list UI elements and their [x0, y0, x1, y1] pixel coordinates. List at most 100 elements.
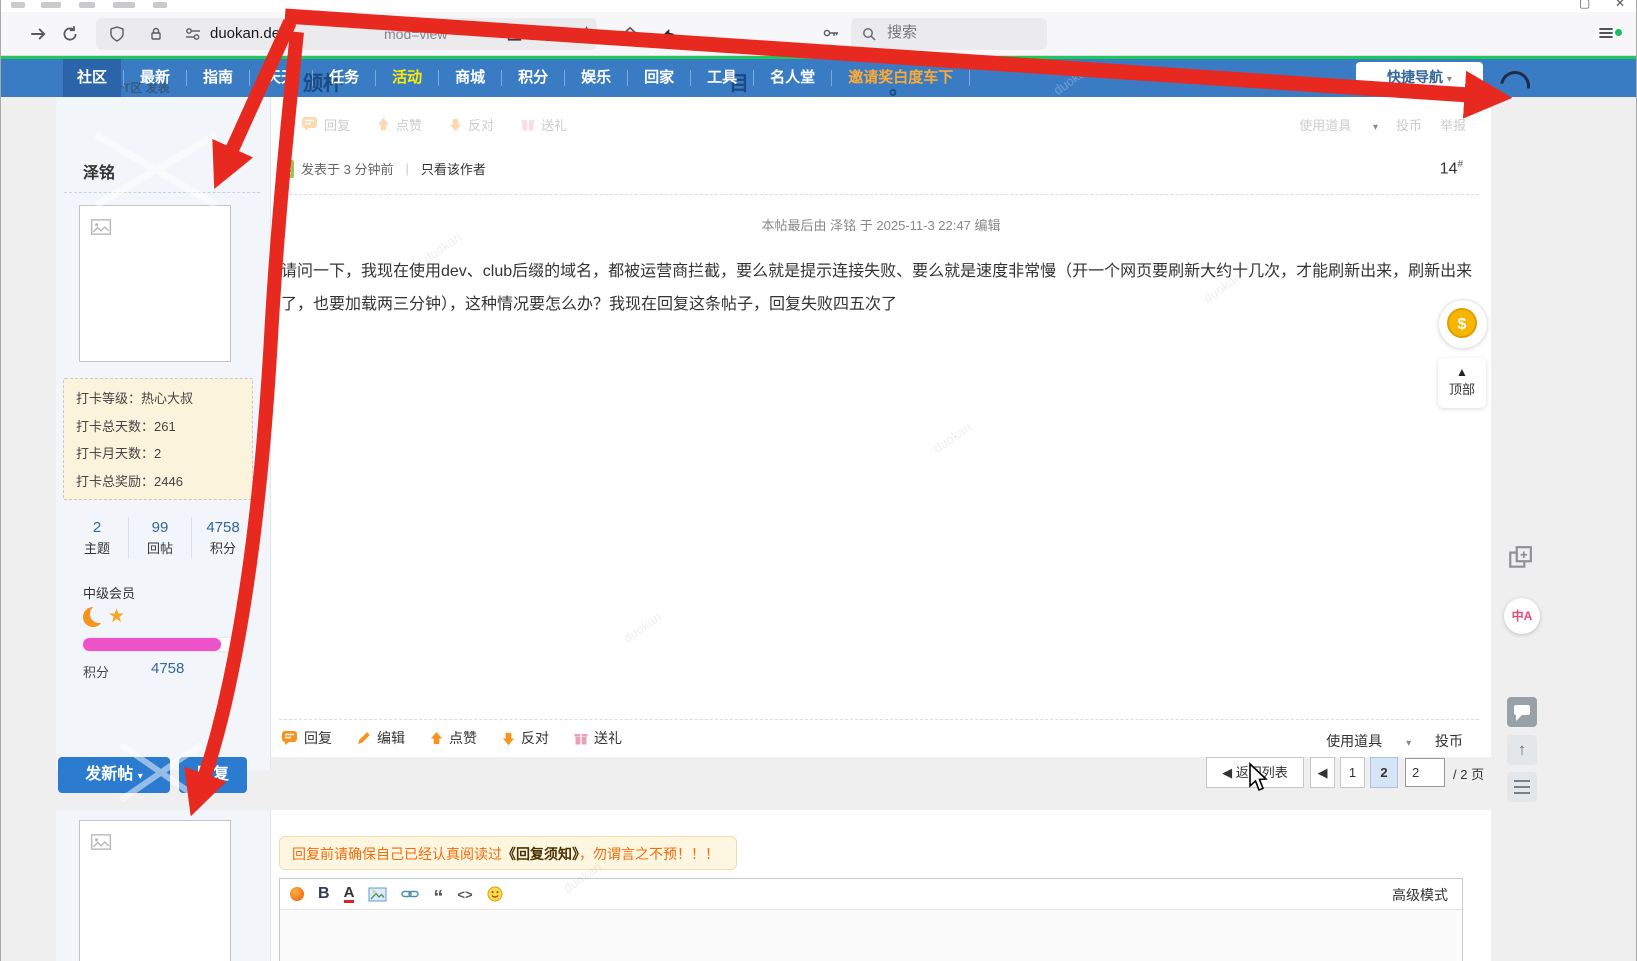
nav-item-invite-reward[interactable]: 邀请奖白度车下: [834, 59, 967, 97]
broken-image-icon: [90, 831, 112, 853]
post-panel: 回复 点赞 反对 送礼 使用道具 ▾ 投币 举报 发表于 3 分钟前 | 只看该…: [271, 97, 1491, 757]
reply-avatar[interactable]: [79, 820, 231, 961]
maximize-button[interactable]: ▢: [1579, 0, 1590, 10]
prev-page-button[interactable]: ◀: [1310, 757, 1335, 788]
translate-extension-icon[interactable]: 中A: [1504, 598, 1540, 634]
font-color-icon[interactable]: A: [344, 886, 355, 903]
thread-list-button[interactable]: [1507, 772, 1537, 802]
nav-item-home[interactable]: 回家: [630, 59, 688, 97]
nav-item-tasks[interactable]: 任务: [315, 59, 373, 97]
gift-action-faded[interactable]: 送礼: [520, 115, 567, 134]
home-icon[interactable]: [621, 25, 639, 43]
gift-icon: [520, 116, 536, 132]
use-props-faded[interactable]: 使用道具 ▾: [1281, 115, 1378, 134]
apps-grid-icon[interactable]: [544, 26, 561, 43]
reply-arrow-icon[interactable]: [661, 25, 681, 43]
nav-item-events[interactable]: 活动: [378, 59, 436, 97]
checkin-month-days: 打卡月天数：2: [76, 440, 240, 468]
page-2-button[interactable]: 2: [1370, 757, 1398, 788]
browser-window: ▢ ✕ duokan.dev mod=view: [0, 0, 1637, 961]
chevron-down-icon: ▾: [1373, 122, 1378, 133]
forward-button[interactable]: [29, 25, 47, 43]
menu-icon[interactable]: [1597, 25, 1615, 41]
stat-points[interactable]: 4758积分: [191, 517, 254, 559]
user-stats: 2主题 99回帖 4758积分: [66, 517, 266, 559]
close-button[interactable]: ✕: [1615, 0, 1625, 10]
post-time: 发表于 3 分钟前: [301, 159, 393, 178]
reply-action[interactable]: 回复: [281, 728, 332, 748]
capture-extension-icon[interactable]: [1507, 545, 1533, 571]
page-1-button[interactable]: 1: [1340, 757, 1365, 788]
smiley-icon[interactable]: [487, 886, 503, 902]
only-author-link[interactable]: 只看该作者: [421, 159, 486, 178]
nav-item-fun[interactable]: 娱乐: [567, 59, 625, 97]
nav-item-community[interactable]: 社区: [63, 59, 121, 97]
url-text[interactable]: duokan.dev: [210, 25, 288, 42]
advanced-mode-link[interactable]: 高级模式: [1392, 885, 1448, 905]
quick-nav-button[interactable]: 快捷导航 ▾: [1356, 62, 1483, 93]
reply-rules-link[interactable]: 《回复须知》: [502, 846, 579, 862]
reload-button[interactable]: [61, 25, 79, 43]
code-icon[interactable]: <>: [457, 887, 472, 902]
reply-action-faded[interactable]: 回复: [301, 115, 350, 134]
gift-action[interactable]: 送礼: [573, 728, 622, 748]
score-value[interactable]: 4758: [151, 660, 184, 677]
insert-link-icon[interactable]: [401, 887, 419, 901]
previous-post-actions: 回复 点赞 反对 送礼: [301, 113, 585, 135]
stat-replies[interactable]: 99回帖: [128, 517, 191, 559]
page-jump-input[interactable]: [1405, 758, 1445, 787]
back-to-list-button[interactable]: ◀ 返回列表: [1206, 757, 1304, 788]
shield-icon[interactable]: [109, 26, 125, 42]
nav-item-hall-of-fame[interactable]: 名人堂: [756, 59, 829, 97]
reply-button[interactable]: 回复: [179, 757, 247, 793]
permissions-icon[interactable]: [184, 26, 202, 42]
nav-item-mall[interactable]: 商城: [441, 59, 499, 97]
feedback-chat-button[interactable]: [1507, 697, 1537, 727]
oppose-action[interactable]: 反对: [501, 728, 549, 748]
left-arrow-icon: ◀: [1222, 765, 1232, 780]
bold-icon[interactable]: B: [318, 885, 330, 903]
back-to-top-button[interactable]: ▲ 顶部: [1438, 358, 1486, 408]
divider: [64, 192, 260, 193]
save-page-icon[interactable]: [506, 26, 523, 43]
editor-text-area[interactable]: [280, 910, 1462, 961]
new-post-button[interactable]: 发新帖 ▾: [58, 757, 170, 793]
author-username[interactable]: 泽铭: [83, 159, 115, 183]
author-avatar[interactable]: [79, 205, 231, 362]
search-icon: [861, 26, 877, 42]
quote-icon[interactable]: “: [433, 893, 443, 903]
nav-item-latest[interactable]: 最新: [126, 59, 184, 97]
divider: [279, 194, 1479, 195]
url-bar[interactable]: duokan.dev mod=view: [96, 18, 597, 50]
report-action-faded[interactable]: 举报: [1440, 115, 1466, 134]
reply-panel: 回复前请确保自己已经认真阅读过《回复须知》，勿谓言之不预！！！ B A “ <>…: [271, 810, 1491, 961]
like-action[interactable]: 点赞: [429, 728, 477, 748]
key-icon[interactable]: [821, 25, 841, 41]
bookmark-star-icon[interactable]: [578, 26, 595, 43]
coin-action-faded[interactable]: 投币: [1396, 115, 1422, 134]
use-props-button[interactable]: 使用道具 ▾: [1306, 733, 1411, 749]
lock-icon[interactable]: [148, 26, 164, 42]
insert-image-icon[interactable]: [368, 887, 387, 902]
tab-ghost: [113, 2, 135, 8]
nav-item-daily[interactable]: 天天: [252, 59, 310, 97]
page-total-label: / 2 页: [1453, 764, 1484, 783]
stat-threads[interactable]: 2主题: [66, 517, 128, 559]
window-titlebar: ▢ ✕: [1, 0, 1637, 12]
oppose-action-faded[interactable]: 反对: [448, 115, 494, 134]
nav-item-tools[interactable]: 工具: [693, 59, 751, 97]
like-action-faded[interactable]: 点赞: [376, 115, 422, 134]
coin-button[interactable]: 投币: [1435, 733, 1463, 749]
edit-action[interactable]: 编辑: [356, 728, 405, 748]
nav-item-points[interactable]: 积分: [504, 59, 562, 97]
thumb-up-icon: [376, 117, 391, 132]
scroll-up-button[interactable]: ↑: [1507, 735, 1537, 765]
nav-item-guide[interactable]: 指南: [189, 59, 247, 97]
reply-editor[interactable]: B A “ <> 高级模式: [279, 878, 1463, 961]
font-size-icon[interactable]: [290, 887, 304, 901]
floor-number[interactable]: 14#: [1440, 159, 1463, 178]
coin-widget[interactable]: $: [1438, 299, 1488, 349]
search-input[interactable]: [885, 23, 1039, 42]
search-box[interactable]: [851, 18, 1047, 50]
rank-progress-fill: [83, 638, 221, 651]
